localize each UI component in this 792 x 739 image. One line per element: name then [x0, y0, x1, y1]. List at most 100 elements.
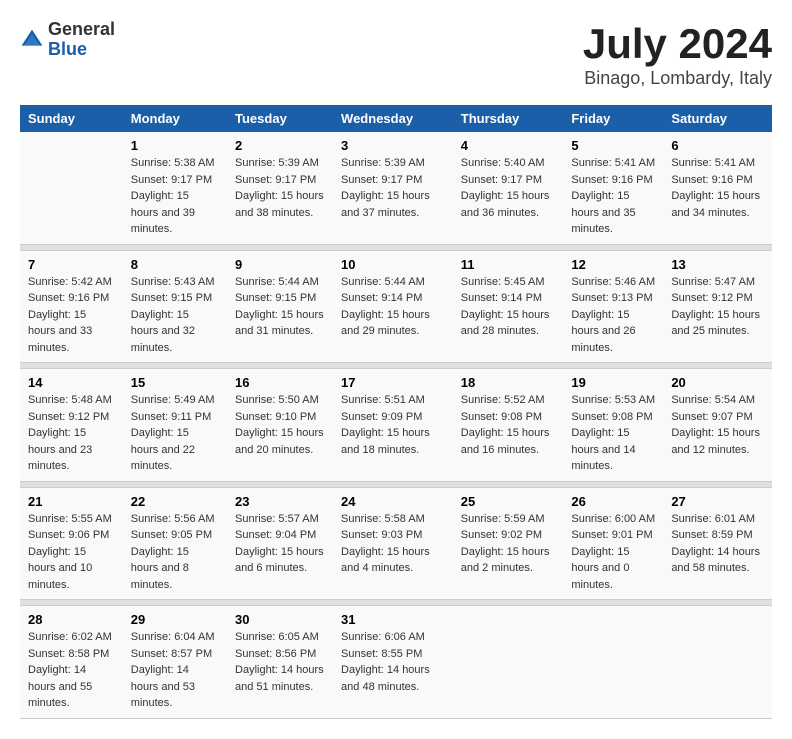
day-number: 23: [235, 494, 325, 509]
day-info: Sunrise: 5:49 AMSunset: 9:11 PMDaylight:…: [131, 392, 219, 475]
day-number: 12: [571, 257, 655, 272]
day-info: Sunrise: 6:04 AMSunset: 8:57 PMDaylight:…: [131, 629, 219, 712]
calendar-cell: 19 Sunrise: 5:53 AMSunset: 9:08 PMDaylig…: [563, 369, 663, 482]
day-number: 16: [235, 375, 325, 390]
header-saturday: Saturday: [663, 105, 772, 132]
calendar-cell: 7 Sunrise: 5:42 AMSunset: 9:16 PMDayligh…: [20, 250, 123, 363]
day-info: Sunrise: 5:44 AMSunset: 9:15 PMDaylight:…: [235, 274, 325, 340]
day-info: Sunrise: 6:06 AMSunset: 8:55 PMDaylight:…: [341, 629, 445, 695]
calendar-week-row: 28 Sunrise: 6:02 AMSunset: 8:58 PMDaylig…: [20, 606, 772, 719]
day-number: 2: [235, 138, 325, 153]
calendar-cell: 13 Sunrise: 5:47 AMSunset: 9:12 PMDaylig…: [663, 250, 772, 363]
day-number: 18: [461, 375, 556, 390]
day-info: Sunrise: 5:53 AMSunset: 9:08 PMDaylight:…: [571, 392, 655, 475]
day-number: 4: [461, 138, 556, 153]
day-info: Sunrise: 5:58 AMSunset: 9:03 PMDaylight:…: [341, 511, 445, 577]
calendar-cell: [20, 132, 123, 244]
day-number: 31: [341, 612, 445, 627]
calendar-cell: 30 Sunrise: 6:05 AMSunset: 8:56 PMDaylig…: [227, 606, 333, 719]
day-info: Sunrise: 6:05 AMSunset: 8:56 PMDaylight:…: [235, 629, 325, 695]
page-title: July 2024: [583, 20, 772, 68]
logo: General Blue: [20, 20, 115, 60]
day-info: Sunrise: 5:55 AMSunset: 9:06 PMDaylight:…: [28, 511, 115, 594]
calendar-cell: 1 Sunrise: 5:38 AMSunset: 9:17 PMDayligh…: [123, 132, 227, 244]
header-friday: Friday: [563, 105, 663, 132]
calendar-cell: 11 Sunrise: 5:45 AMSunset: 9:14 PMDaylig…: [453, 250, 564, 363]
logo-blue: Blue: [48, 40, 115, 60]
day-number: 10: [341, 257, 445, 272]
calendar-week-row: 21 Sunrise: 5:55 AMSunset: 9:06 PMDaylig…: [20, 487, 772, 600]
logo-general: General: [48, 20, 115, 40]
day-info: Sunrise: 5:39 AMSunset: 9:17 PMDaylight:…: [235, 155, 325, 221]
day-info: Sunrise: 6:00 AMSunset: 9:01 PMDaylight:…: [571, 511, 655, 594]
calendar-cell: 4 Sunrise: 5:40 AMSunset: 9:17 PMDayligh…: [453, 132, 564, 244]
calendar-cell: 24 Sunrise: 5:58 AMSunset: 9:03 PMDaylig…: [333, 487, 453, 600]
calendar-cell: [453, 606, 564, 719]
calendar-cell: 26 Sunrise: 6:00 AMSunset: 9:01 PMDaylig…: [563, 487, 663, 600]
page-header: General Blue July 2024 Binago, Lombardy,…: [20, 20, 772, 89]
day-info: Sunrise: 5:41 AMSunset: 9:16 PMDaylight:…: [571, 155, 655, 238]
calendar-cell: 23 Sunrise: 5:57 AMSunset: 9:04 PMDaylig…: [227, 487, 333, 600]
calendar-cell: 16 Sunrise: 5:50 AMSunset: 9:10 PMDaylig…: [227, 369, 333, 482]
day-number: 25: [461, 494, 556, 509]
header-sunday: Sunday: [20, 105, 123, 132]
day-number: 30: [235, 612, 325, 627]
calendar-cell: 27 Sunrise: 6:01 AMSunset: 8:59 PMDaylig…: [663, 487, 772, 600]
calendar-cell: 10 Sunrise: 5:44 AMSunset: 9:14 PMDaylig…: [333, 250, 453, 363]
calendar-cell: 20 Sunrise: 5:54 AMSunset: 9:07 PMDaylig…: [663, 369, 772, 482]
day-info: Sunrise: 5:57 AMSunset: 9:04 PMDaylight:…: [235, 511, 325, 577]
day-number: 24: [341, 494, 445, 509]
day-info: Sunrise: 5:45 AMSunset: 9:14 PMDaylight:…: [461, 274, 556, 340]
header-monday: Monday: [123, 105, 227, 132]
day-info: Sunrise: 5:52 AMSunset: 9:08 PMDaylight:…: [461, 392, 556, 458]
day-number: 27: [671, 494, 764, 509]
calendar-cell: 12 Sunrise: 5:46 AMSunset: 9:13 PMDaylig…: [563, 250, 663, 363]
day-number: 13: [671, 257, 764, 272]
calendar-cell: 22 Sunrise: 5:56 AMSunset: 9:05 PMDaylig…: [123, 487, 227, 600]
calendar-week-row: 1 Sunrise: 5:38 AMSunset: 9:17 PMDayligh…: [20, 132, 772, 244]
day-number: 8: [131, 257, 219, 272]
calendar-cell: 18 Sunrise: 5:52 AMSunset: 9:08 PMDaylig…: [453, 369, 564, 482]
page-subtitle: Binago, Lombardy, Italy: [583, 68, 772, 89]
day-number: 6: [671, 138, 764, 153]
day-info: Sunrise: 5:48 AMSunset: 9:12 PMDaylight:…: [28, 392, 115, 475]
day-info: Sunrise: 6:01 AMSunset: 8:59 PMDaylight:…: [671, 511, 764, 577]
day-number: 9: [235, 257, 325, 272]
day-number: 20: [671, 375, 764, 390]
calendar-table: Sunday Monday Tuesday Wednesday Thursday…: [20, 105, 772, 719]
header-thursday: Thursday: [453, 105, 564, 132]
calendar-cell: 8 Sunrise: 5:43 AMSunset: 9:15 PMDayligh…: [123, 250, 227, 363]
day-number: 7: [28, 257, 115, 272]
day-info: Sunrise: 5:44 AMSunset: 9:14 PMDaylight:…: [341, 274, 445, 340]
title-block: July 2024 Binago, Lombardy, Italy: [583, 20, 772, 89]
calendar-cell: 17 Sunrise: 5:51 AMSunset: 9:09 PMDaylig…: [333, 369, 453, 482]
day-info: Sunrise: 5:50 AMSunset: 9:10 PMDaylight:…: [235, 392, 325, 458]
calendar-cell: 6 Sunrise: 5:41 AMSunset: 9:16 PMDayligh…: [663, 132, 772, 244]
day-number: 14: [28, 375, 115, 390]
calendar-cell: 14 Sunrise: 5:48 AMSunset: 9:12 PMDaylig…: [20, 369, 123, 482]
day-number: 3: [341, 138, 445, 153]
logo-icon: [20, 28, 44, 52]
day-number: 1: [131, 138, 219, 153]
day-info: Sunrise: 5:38 AMSunset: 9:17 PMDaylight:…: [131, 155, 219, 238]
day-info: Sunrise: 5:56 AMSunset: 9:05 PMDaylight:…: [131, 511, 219, 594]
day-info: Sunrise: 5:59 AMSunset: 9:02 PMDaylight:…: [461, 511, 556, 577]
logo-text: General Blue: [48, 20, 115, 60]
day-number: 21: [28, 494, 115, 509]
day-info: Sunrise: 5:51 AMSunset: 9:09 PMDaylight:…: [341, 392, 445, 458]
day-info: Sunrise: 5:54 AMSunset: 9:07 PMDaylight:…: [671, 392, 764, 458]
day-info: Sunrise: 5:43 AMSunset: 9:15 PMDaylight:…: [131, 274, 219, 357]
calendar-cell: 2 Sunrise: 5:39 AMSunset: 9:17 PMDayligh…: [227, 132, 333, 244]
day-number: 28: [28, 612, 115, 627]
calendar-cell: [663, 606, 772, 719]
day-info: Sunrise: 5:39 AMSunset: 9:17 PMDaylight:…: [341, 155, 445, 221]
calendar-cell: 31 Sunrise: 6:06 AMSunset: 8:55 PMDaylig…: [333, 606, 453, 719]
day-number: 5: [571, 138, 655, 153]
day-number: 11: [461, 257, 556, 272]
calendar-cell: 21 Sunrise: 5:55 AMSunset: 9:06 PMDaylig…: [20, 487, 123, 600]
day-info: Sunrise: 6:02 AMSunset: 8:58 PMDaylight:…: [28, 629, 115, 712]
day-info: Sunrise: 5:47 AMSunset: 9:12 PMDaylight:…: [671, 274, 764, 340]
header-row: Sunday Monday Tuesday Wednesday Thursday…: [20, 105, 772, 132]
calendar-cell: 3 Sunrise: 5:39 AMSunset: 9:17 PMDayligh…: [333, 132, 453, 244]
day-info: Sunrise: 5:41 AMSunset: 9:16 PMDaylight:…: [671, 155, 764, 221]
